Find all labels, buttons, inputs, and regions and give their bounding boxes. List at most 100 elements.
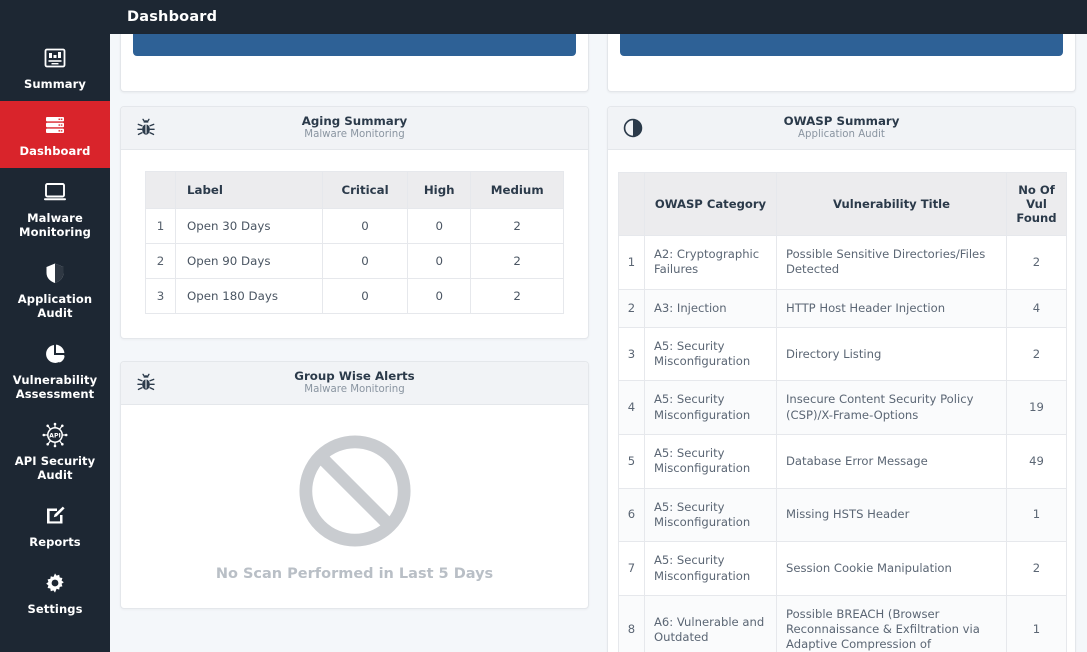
row-medium-link[interactable]: 2 [470,208,564,244]
sidebar-item-dashboard[interactable]: Dashboard [0,101,110,168]
top-card-left-accent-bar [133,34,576,56]
owasp-summary-subtitle: Application Audit [798,129,885,141]
column-header-high: High [407,171,472,209]
aging-summary-header: Aging Summary Malware Monitoring [121,107,588,150]
row-owasp-category: A3: Injection [644,288,777,328]
row-vulnerability-title: Directory Listing [776,326,1007,382]
table-header-row: OWASP Category Vulnerability Title No Of… [618,172,1067,236]
row-vulnerability-title: Missing HSTS Header [776,487,1007,543]
group-wise-alerts-title: Group Wise Alerts [294,368,415,383]
owasp-summary-header-text: OWASP Summary Application Audit [784,114,900,142]
row-vul-count: 2 [1006,235,1067,290]
row-index: 5 [618,434,645,489]
row-vul-count: 2 [1006,326,1067,382]
column-header-index [145,171,176,209]
empty-state-message: No Scan Performed in Last 5 Days [215,565,494,582]
row-label: Open 90 Days [174,243,324,279]
pie-chart-icon [43,339,67,369]
row-owasp-category: A5: Security Misconfiguration [644,380,777,436]
row-owasp-category: A2: Cryptographic Failures [644,235,777,290]
table-header-row: Label Critical High Medium [145,171,564,209]
table-row: 1 A2: Cryptographic Failures Possible Se… [618,235,1067,290]
row-vulnerability-title: Database Error Message [776,434,1007,489]
sidebar-item-api-security-audit[interactable]: API API Security Audit [0,411,110,492]
aging-summary-card: Aging Summary Malware Monitoring Label C… [120,106,589,339]
row-medium-link[interactable]: 2 [470,243,564,279]
aging-summary-title: Aging Summary [301,113,408,128]
table-row: 7 A5: Security Misconfiguration Session … [618,541,1067,596]
row-owasp-category: A6: Vulnerable and Outdated [644,594,777,652]
group-wise-alerts-header: Group Wise Alerts Malware Monitoring [121,362,588,405]
row-vulnerability-title: Insecure Content Security Policy (CSP)/X… [776,380,1007,436]
aging-summary-table: Label Critical High Medium 1 Open 30 Day… [145,171,564,314]
table-row: 3 A5: Security Misconfiguration Director… [618,326,1067,382]
aging-summary-subtitle: Malware Monitoring [304,129,405,141]
sidebar-item-reports[interactable]: Reports [0,492,110,559]
row-vulnerability-title: Possible BREACH (Browser Reconnaissance … [776,594,1007,652]
table-row: 4 A5: Security Misconfiguration Insecure… [618,380,1067,436]
row-high: 0 [407,278,472,314]
row-vul-count: 49 [1006,434,1067,489]
sidebar-item-application-audit[interactable]: Application Audit [0,249,110,330]
sidebar-item-label: Malware Monitoring [19,211,91,239]
row-vul-count: 1 [1006,487,1067,543]
row-vulnerability-title: Possible Sensitive Directories/Files Det… [776,235,1007,290]
table-row: 6 A5: Security Misconfiguration Missing … [618,487,1067,543]
dashboard-page: Summary Dashboard Malware Monitoring App… [0,0,1087,652]
table-row: 8 A6: Vulnerable and Outdated Possible B… [618,594,1067,652]
row-owasp-category: A5: Security Misconfiguration [644,487,777,543]
owasp-summary-table: OWASP Category Vulnerability Title No Of… [618,172,1067,652]
row-label: Open 180 Days [174,278,324,314]
monitor-icon [42,177,68,207]
row-index: 4 [618,380,645,436]
top-bar: Dashboard [110,0,1087,34]
svg-text:API: API [49,433,61,440]
owasp-summary-body: OWASP Category Vulnerability Title No Of… [608,150,1075,652]
group-wise-alerts-card: Group Wise Alerts Malware Monitoring No … [120,361,589,609]
left-column: Aging Summary Malware Monitoring Label C… [120,106,589,652]
bug-icon [135,372,157,394]
bug-icon [135,117,157,139]
row-high: 0 [407,243,472,279]
sidebar-item-summary[interactable]: Summary [0,34,110,101]
row-vul-count: 19 [1006,380,1067,436]
table-row: 1 Open 30 Days 0 0 2 [145,208,564,244]
sidebar-item-label: Dashboard [19,144,91,158]
page-title: Dashboard [127,9,218,25]
row-vul-count: 2 [1006,541,1067,596]
row-vul-count: 4 [1006,288,1067,328]
sidebar-item-label: Reports [29,535,81,549]
shield-icon [43,258,67,288]
row-owasp-category: A5: Security Misconfiguration [644,326,777,382]
sidebar-item-label: API Security Audit [14,454,96,482]
row-critical: 0 [322,278,409,314]
main-area: Dashboard Aging Summary Malware Monitori… [110,0,1087,652]
table-row: 3 Open 180 Days 0 0 2 [145,278,564,314]
sidebar-item-vulnerability-assessment[interactable]: Vulnerability Assessment [0,330,110,411]
column-header-no-of-vul-found: No Of Vul Found [1006,172,1067,236]
table-row: 5 A5: Security Misconfiguration Database… [618,434,1067,489]
aging-summary-header-text: Aging Summary Malware Monitoring [301,113,408,142]
row-index: 1 [618,235,645,290]
report-icon [43,43,67,73]
table-row: 2 A3: Injection HTTP Host Header Injecti… [618,288,1067,328]
row-index: 6 [618,487,645,543]
top-card-right [607,34,1076,92]
row-critical: 0 [322,208,409,244]
row-index: 7 [618,541,645,596]
row-index: 2 [618,288,645,328]
gear-icon [43,568,67,598]
row-label: Open 30 Days [174,208,324,244]
sidebar-item-malware-monitoring[interactable]: Malware Monitoring [0,168,110,249]
aging-summary-body: Label Critical High Medium 1 Open 30 Day… [121,150,588,338]
sidebar-item-settings[interactable]: Settings [0,559,110,626]
row-medium-link[interactable]: 2 [470,278,564,314]
sidebar-item-label: Summary [23,77,87,91]
row-owasp-category: A5: Security Misconfiguration [644,434,777,489]
row-vulnerability-title: HTTP Host Header Injection [776,288,1007,328]
row-vul-count: 1 [1006,594,1067,652]
contrast-circle-icon [622,117,644,139]
right-column: OWASP Summary Application Audit OWASP Ca… [607,106,1076,652]
column-header-owasp-category: OWASP Category [644,172,777,236]
top-card-right-accent-bar [620,34,1063,56]
